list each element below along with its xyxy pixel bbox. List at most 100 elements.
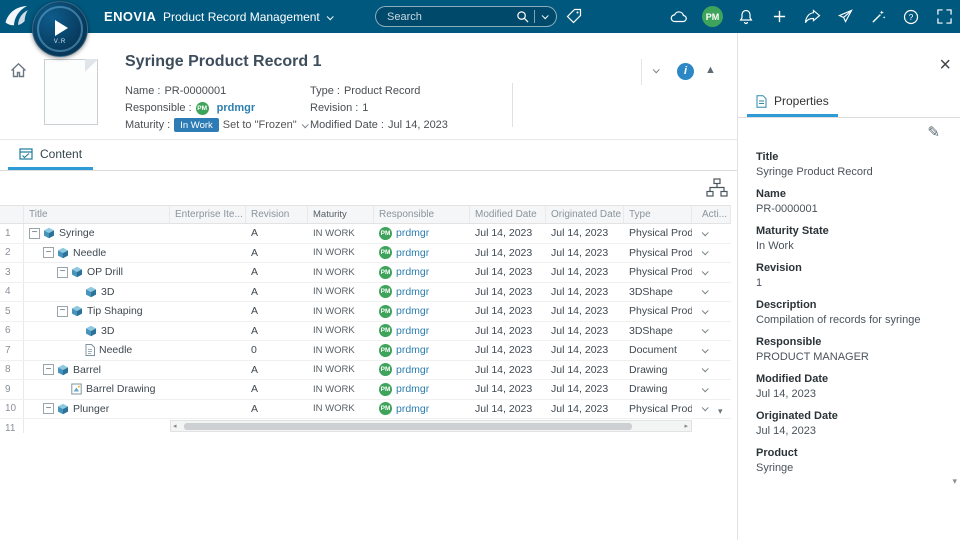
row-actions-dropdown[interactable] (692, 224, 731, 243)
column-header-modified-date[interactable]: Modified Date (470, 206, 546, 223)
row-actions-dropdown[interactable] (692, 322, 731, 341)
scroll-left-arrow-icon[interactable]: ◂ (173, 421, 177, 431)
send-icon[interactable] (835, 7, 855, 27)
chevron-down-icon (701, 248, 709, 256)
row-title[interactable]: Plunger (73, 403, 109, 415)
panel-scroll-down-icon[interactable]: ▾ (952, 476, 957, 487)
tree-collapse-toggle[interactable]: − (57, 305, 68, 317)
column-header-responsible[interactable]: Responsible (374, 206, 470, 223)
table-row[interactable]: 4 3D A IN WORK PM prdmgr Jul 14, 2023 Jul 14, 2… (0, 282, 731, 302)
responsible-link[interactable]: prdmgr (396, 344, 429, 356)
column-header-maturity[interactable]: Maturity (308, 206, 374, 223)
fullscreen-icon[interactable] (934, 7, 954, 27)
tree-collapse-toggle[interactable]: − (43, 403, 54, 415)
column-header-revision[interactable]: Revision (246, 206, 308, 223)
row-actions-dropdown[interactable] (692, 361, 731, 380)
responsible-link[interactable]: prdmgr (396, 325, 429, 337)
row-actions-dropdown[interactable] (692, 419, 731, 433)
table-row[interactable]: 8 − Barrel A IN WORK PM prdmgr Jul 14, 2023 Jul … (0, 360, 731, 380)
3ds-logo[interactable] (3, 4, 29, 34)
app-title-menu[interactable]: Product Record Management (163, 10, 334, 24)
user-avatar[interactable]: PM (702, 6, 723, 27)
row-actions-dropdown[interactable] (692, 380, 731, 399)
search-options-chevron-icon[interactable] (541, 12, 549, 20)
enterprise-item-cell (170, 244, 246, 263)
table-row[interactable]: 10 − Plunger A IN WORK PM prdmgr Jul 14, 2023 Ju… (0, 399, 731, 419)
cloud-icon[interactable] (669, 7, 689, 27)
responsible-link[interactable]: prdmgr (396, 286, 429, 298)
3dexperience-compass-logo[interactable]: V.R (32, 1, 88, 57)
set-to-frozen-dropdown[interactable]: Set to "Frozen" (223, 119, 309, 131)
column-header-type[interactable]: Type (624, 206, 692, 223)
row-title[interactable]: 3D (101, 286, 114, 298)
responsible-cell: PM prdmgr (374, 263, 470, 282)
scroll-right-arrow-icon[interactable]: ▸ (684, 421, 688, 431)
search-icon[interactable] (516, 10, 529, 23)
row-actions-dropdown[interactable] (692, 263, 731, 282)
share-forward-icon[interactable] (802, 7, 822, 27)
column-header-enterprise-ite[interactable]: Enterprise Ite... (170, 206, 246, 223)
horizontal-scrollbar[interactable]: ◂ ▸ (170, 420, 692, 432)
title-cell: Barrel Drawing (24, 380, 170, 399)
horizontal-scrollbar-thumb[interactable] (184, 423, 632, 430)
row-title[interactable]: Needle (73, 247, 106, 259)
row-actions-dropdown[interactable] (692, 341, 731, 360)
close-icon[interactable]: × (939, 55, 951, 75)
collapse-header-icon[interactable]: ▲ (705, 64, 716, 76)
notifications-bell-icon[interactable] (736, 7, 756, 27)
chevron-down-icon (701, 365, 709, 373)
property-field: Modified Date Jul 14, 2023 (756, 372, 946, 402)
responsible-link[interactable]: prdmgr (396, 364, 429, 376)
tab-properties[interactable]: Properties (747, 88, 838, 117)
row-title[interactable]: Barrel (73, 364, 101, 376)
row-title[interactable]: Tip Shaping (87, 305, 143, 317)
magic-wand-icon[interactable] (868, 7, 888, 27)
column-header-originated-date[interactable]: Originated Date (546, 206, 624, 223)
table-row[interactable]: 9 Barrel Drawing A IN WORK PM prdmgr Jul 14, 2… (0, 380, 731, 400)
info-icon[interactable]: i (677, 63, 694, 80)
responsible-link[interactable]: prdmgr (396, 383, 429, 395)
table-row[interactable]: 1− Syringe A IN WORK PM prdmgr Jul 14, 2023 Jul… (0, 224, 731, 244)
table-row[interactable]: 3 − OP Drill A IN WORK PM prdmgr Jul 14, 2023 Ju… (0, 263, 731, 283)
revision-cell: A (251, 324, 259, 337)
row-title[interactable]: Syringe (59, 227, 95, 239)
row-actions-dropdown[interactable] (692, 400, 731, 419)
row-title[interactable]: 3D (101, 325, 114, 337)
type-cell: Physical Produc... (629, 402, 692, 415)
tab-content[interactable]: Content (8, 140, 94, 170)
row-title[interactable]: OP Drill (87, 266, 123, 278)
responsible-link[interactable]: prdmgr (396, 266, 429, 278)
tree-collapse-toggle[interactable]: − (43, 247, 54, 259)
row-title[interactable]: Barrel Drawing (86, 383, 155, 395)
table-row[interactable]: 5 − Tip Shaping A IN WORK PM prdmgr Jul 14, 202… (0, 302, 731, 322)
responsible-link[interactable]: prdmgr (396, 227, 429, 239)
column-header-title[interactable]: Title (24, 206, 170, 223)
help-icon[interactable]: ? (901, 7, 921, 27)
structure-view-icon[interactable] (706, 178, 728, 203)
row-title[interactable]: Needle (99, 344, 132, 356)
add-plus-icon[interactable] (769, 7, 789, 27)
scroll-down-arrow-icon[interactable]: ▾ (718, 406, 723, 417)
table-row[interactable]: 2 − Needle A IN WORK PM prdmgr Jul 14, 2023 Jul … (0, 243, 731, 263)
responsible-link[interactable]: prdmgr (217, 102, 256, 114)
tree-collapse-toggle[interactable]: − (57, 266, 68, 278)
tag-icon[interactable] (566, 8, 582, 29)
type-cell: Physical Produc... (629, 266, 692, 279)
tree-collapse-toggle[interactable]: − (43, 364, 54, 376)
responsible-link[interactable]: prdmgr (396, 247, 429, 259)
home-icon[interactable] (10, 62, 27, 83)
search-input[interactable] (376, 10, 516, 23)
column-header-acti[interactable]: Acti... (692, 206, 731, 223)
table-row[interactable]: 7 Needle 0 IN WORK PM prdmgr Jul 14, 2023 Jul 1… (0, 341, 731, 361)
table-row[interactable]: 6 3D A IN WORK PM prdmgr Jul 14, 2023 Jul 14, 2… (0, 321, 731, 341)
responsible-link[interactable]: prdmgr (396, 403, 429, 415)
tree-collapse-toggle[interactable]: − (29, 227, 40, 239)
header-more-chevron-icon[interactable] (652, 66, 660, 74)
record-thumbnail[interactable] (44, 59, 98, 125)
responsible-link[interactable]: prdmgr (396, 305, 429, 317)
edit-pencil-icon[interactable]: ✎ (927, 123, 940, 141)
row-actions-dropdown[interactable] (692, 283, 731, 302)
avatar: PM (379, 402, 392, 416)
row-actions-dropdown[interactable] (692, 302, 731, 321)
row-actions-dropdown[interactable] (692, 244, 731, 263)
